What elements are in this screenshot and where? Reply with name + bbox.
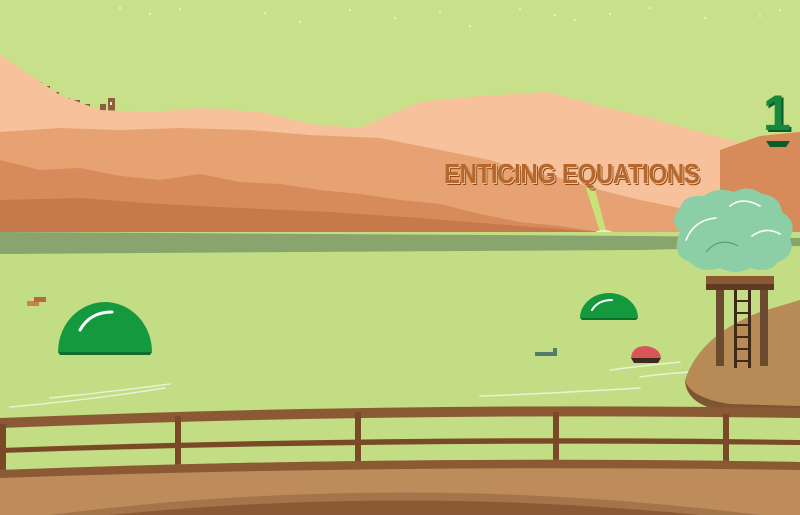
game-scene: ENTICING EQUATIONS 1 (0, 0, 800, 515)
level-underline (766, 141, 790, 147)
level-number: 1 (763, 85, 791, 141)
scene-art (0, 0, 800, 515)
game-title: ENTICING EQUATIONS (444, 158, 700, 189)
